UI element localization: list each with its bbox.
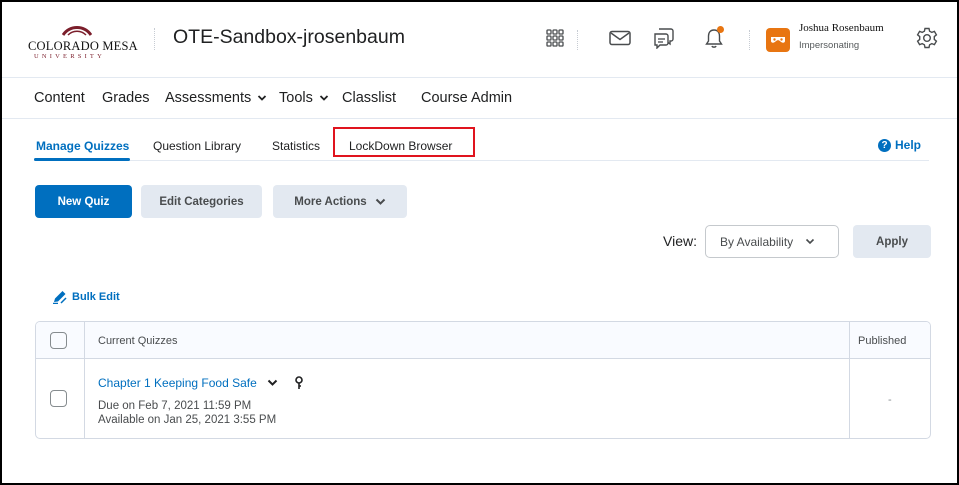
quiz-due-date: Due on Feb 7, 2021 11:59 PM (98, 400, 252, 412)
quiz-title[interactable]: Chapter 1 Keeping Food Safe (98, 376, 257, 390)
nav-label: Course Admin (421, 90, 513, 106)
nav-label: Assessments (165, 90, 252, 106)
tab-divider (34, 160, 929, 161)
more-actions-label: More Actions (294, 195, 367, 208)
gear-icon[interactable] (915, 26, 939, 50)
top-header: COLORADO MESA UNIVERSITY OTE-Sandbox-jro… (2, 2, 957, 78)
tab-question-library[interactable]: Question Library (153, 139, 241, 153)
chevron-down-icon (806, 238, 815, 245)
highlight-box (333, 127, 475, 157)
help-link[interactable]: ? Help (878, 138, 921, 152)
pencil-icon (53, 291, 67, 304)
course-title[interactable]: OTE-Sandbox-jrosenbaum (173, 26, 405, 49)
logo-subtext: UNIVERSITY (34, 53, 105, 60)
view-label: View: (663, 233, 697, 249)
nav-tools[interactable]: Tools (279, 90, 329, 106)
notification-dot (717, 26, 724, 33)
nav-label: Tools (279, 90, 313, 106)
nav-assessments[interactable]: Assessments (165, 90, 267, 106)
help-label: Help (895, 138, 922, 152)
edit-categories-button[interactable]: Edit Categories (141, 185, 262, 218)
logo-text: COLORADO MESA (28, 39, 138, 53)
header-divider (154, 28, 155, 50)
chat-icon[interactable] (652, 26, 676, 50)
column-divider (849, 322, 850, 438)
user-status: Impersonating (799, 40, 860, 51)
bell-icon[interactable] (702, 26, 726, 50)
tab-statistics[interactable]: Statistics (272, 139, 320, 153)
chevron-down-icon (375, 198, 385, 205)
nav-classlist[interactable]: Classlist (342, 90, 396, 106)
university-logo[interactable]: COLORADO MESA UNIVERSITY (28, 21, 142, 61)
course-navbar: Content Grades Assessments Tools Classli… (2, 79, 957, 119)
column-divider (84, 322, 85, 438)
grid-icon[interactable] (543, 26, 567, 50)
bulk-edit-link[interactable]: Bulk Edit (52, 290, 120, 304)
table-header: Current Quizzes Published (36, 322, 930, 359)
column-header-quizzes: Current Quizzes (98, 335, 178, 347)
nav-grades[interactable]: Grades (102, 90, 150, 106)
key-icon (294, 376, 303, 389)
header-divider (577, 30, 578, 50)
more-actions-button[interactable]: More Actions (273, 185, 407, 218)
bulk-edit-label: Bulk Edit (72, 291, 120, 303)
impersonate-mask-icon (771, 37, 785, 43)
view-select[interactable]: By Availability (705, 225, 839, 258)
row-checkbox[interactable] (50, 390, 67, 407)
avatar[interactable] (766, 28, 790, 52)
tab-manage-quizzes[interactable]: Manage Quizzes (36, 139, 129, 153)
quiz-title-link[interactable]: Chapter 1 Keeping Food Safe (98, 376, 304, 390)
select-all-checkbox[interactable] (50, 332, 67, 349)
chevron-down-icon (258, 95, 267, 101)
nav-course-admin[interactable]: Course Admin (421, 90, 512, 106)
quizzes-table: Current Quizzes Published Chapter 1 Keep… (35, 321, 931, 439)
nav-label: Grades (102, 90, 150, 106)
logo-mesa-icon (62, 26, 92, 36)
nav-label: Classlist (342, 90, 396, 106)
help-icon: ? (878, 138, 891, 152)
chevron-down-icon[interactable] (267, 379, 278, 387)
nav-label: Content (34, 90, 85, 106)
apply-button[interactable]: Apply (853, 225, 931, 258)
new-quiz-button[interactable]: New Quiz (35, 185, 132, 218)
mail-icon[interactable] (608, 26, 632, 50)
nav-content[interactable]: Content (34, 90, 85, 106)
view-select-value: By Availability (720, 234, 794, 249)
chevron-down-icon (319, 95, 328, 101)
active-tab-indicator (34, 158, 130, 161)
published-value: - (888, 394, 892, 406)
user-name[interactable]: Joshua Rosenbaum (799, 22, 884, 34)
column-header-published: Published (858, 335, 907, 347)
quiz-availability: Available on Jan 25, 2021 3:55 PM (98, 414, 277, 426)
header-divider (749, 30, 750, 50)
